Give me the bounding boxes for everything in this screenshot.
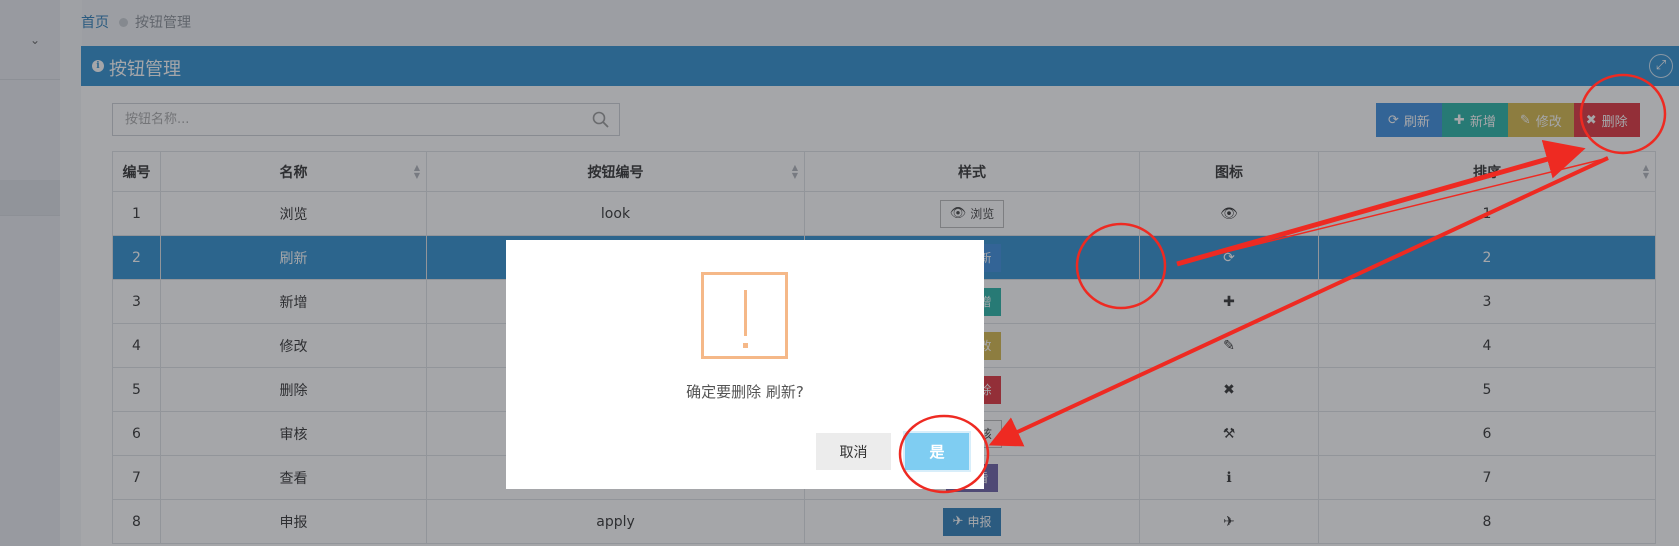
annotation-layer <box>898 73 1667 494</box>
annotation-thin-line <box>1176 157 1609 265</box>
annotation-arrow-to-delete <box>1176 139 1586 267</box>
annotation-circle-row <box>1075 222 1167 310</box>
annotation-circle-delete <box>1579 73 1667 155</box>
annotation-circle-confirm <box>898 414 990 494</box>
annotation-arrow-to-confirm <box>988 156 1609 447</box>
